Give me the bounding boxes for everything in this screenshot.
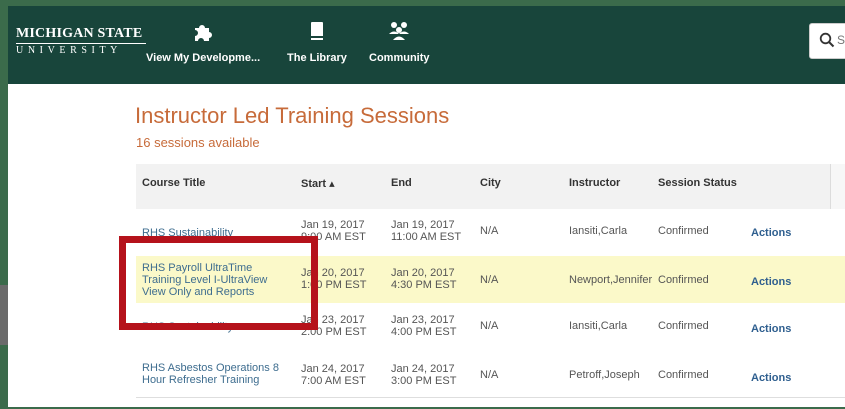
instructor: Newport,Jennifer: [569, 274, 653, 286]
top-navigation: MICHIGAN STATE UNIVERSITY View My Develo…: [8, 6, 845, 84]
session-status: Confirmed: [658, 320, 709, 332]
city: N/A: [480, 274, 499, 286]
start-date: Jan 19, 2017: [301, 219, 365, 231]
instructor: Iansiti,Carla: [569, 320, 628, 332]
search-icon: [819, 32, 835, 53]
end-date: Jan 20, 2017: [391, 267, 455, 279]
nav-label: The Library: [287, 52, 347, 64]
column-instructor[interactable]: Instructor: [569, 177, 620, 189]
session-status: Confirmed: [658, 225, 709, 237]
course-title-link[interactable]: RHS Asbestos Operations 8 Hour Refresher…: [142, 362, 294, 386]
actions-link[interactable]: Actions: [751, 227, 791, 239]
start-date: Jan 24, 2017: [301, 363, 365, 375]
logo-line-1: MICHIGAN STATE: [16, 26, 142, 44]
end-date: Jan 23, 2017: [391, 314, 455, 326]
nav-label: View My Developme...: [146, 52, 261, 64]
actions-link[interactable]: Actions: [751, 276, 791, 288]
nav-the-library[interactable]: The Library: [287, 20, 347, 64]
nav-label: Community: [369, 52, 430, 64]
page-title: Instructor Led Training Sessions: [135, 103, 450, 128]
end-time: 3:00 PM EST: [391, 375, 457, 387]
book-icon: [287, 20, 347, 44]
header-scroll-edge: [830, 164, 845, 214]
column-city[interactable]: City: [480, 177, 501, 189]
column-end[interactable]: End: [391, 177, 412, 189]
instructor: Iansiti,Carla: [569, 225, 628, 237]
end-date: Jan 24, 2017: [391, 363, 455, 375]
people-icon: [369, 20, 430, 44]
column-course-title[interactable]: Course Title: [142, 177, 205, 189]
end-date: Jan 19, 2017: [391, 219, 455, 231]
actions-link[interactable]: Actions: [751, 323, 791, 335]
column-start[interactable]: Start ▴: [301, 177, 335, 190]
session-status: Confirmed: [658, 274, 709, 286]
instructor: Petroff,Joseph: [569, 369, 640, 381]
search-input[interactable]: [837, 33, 845, 47]
puzzle-icon: [146, 20, 260, 44]
city: N/A: [480, 225, 499, 237]
nav-community[interactable]: Community: [369, 20, 430, 64]
actions-link[interactable]: Actions: [751, 372, 791, 384]
msu-logo[interactable]: MICHIGAN STATE UNIVERSITY: [16, 26, 142, 56]
end-time: 4:00 PM EST: [391, 326, 457, 338]
start-time: 7:00 AM EST: [301, 375, 366, 387]
browser-viewport: MICHIGAN STATE UNIVERSITY View My Develo…: [8, 6, 845, 407]
red-highlight-annotation: [119, 236, 318, 330]
table-header: Course Title Start ▴ End City Instructor…: [136, 164, 845, 214]
session-status: Confirmed: [658, 369, 709, 381]
sessions-count: 16 sessions available: [136, 135, 260, 150]
search-box[interactable]: [809, 23, 845, 59]
table-row: RHS Asbestos Operations 8 Hour Refresher…: [136, 350, 845, 398]
end-time: 4:30 PM EST: [391, 279, 457, 291]
end-time: 11:00 AM EST: [391, 231, 462, 243]
city: N/A: [480, 320, 499, 332]
logo-line-2: UNIVERSITY: [16, 45, 122, 56]
city: N/A: [480, 369, 499, 381]
column-session-status[interactable]: Session Status: [658, 177, 737, 189]
nav-view-my-development[interactable]: View My Developme...: [146, 20, 260, 64]
